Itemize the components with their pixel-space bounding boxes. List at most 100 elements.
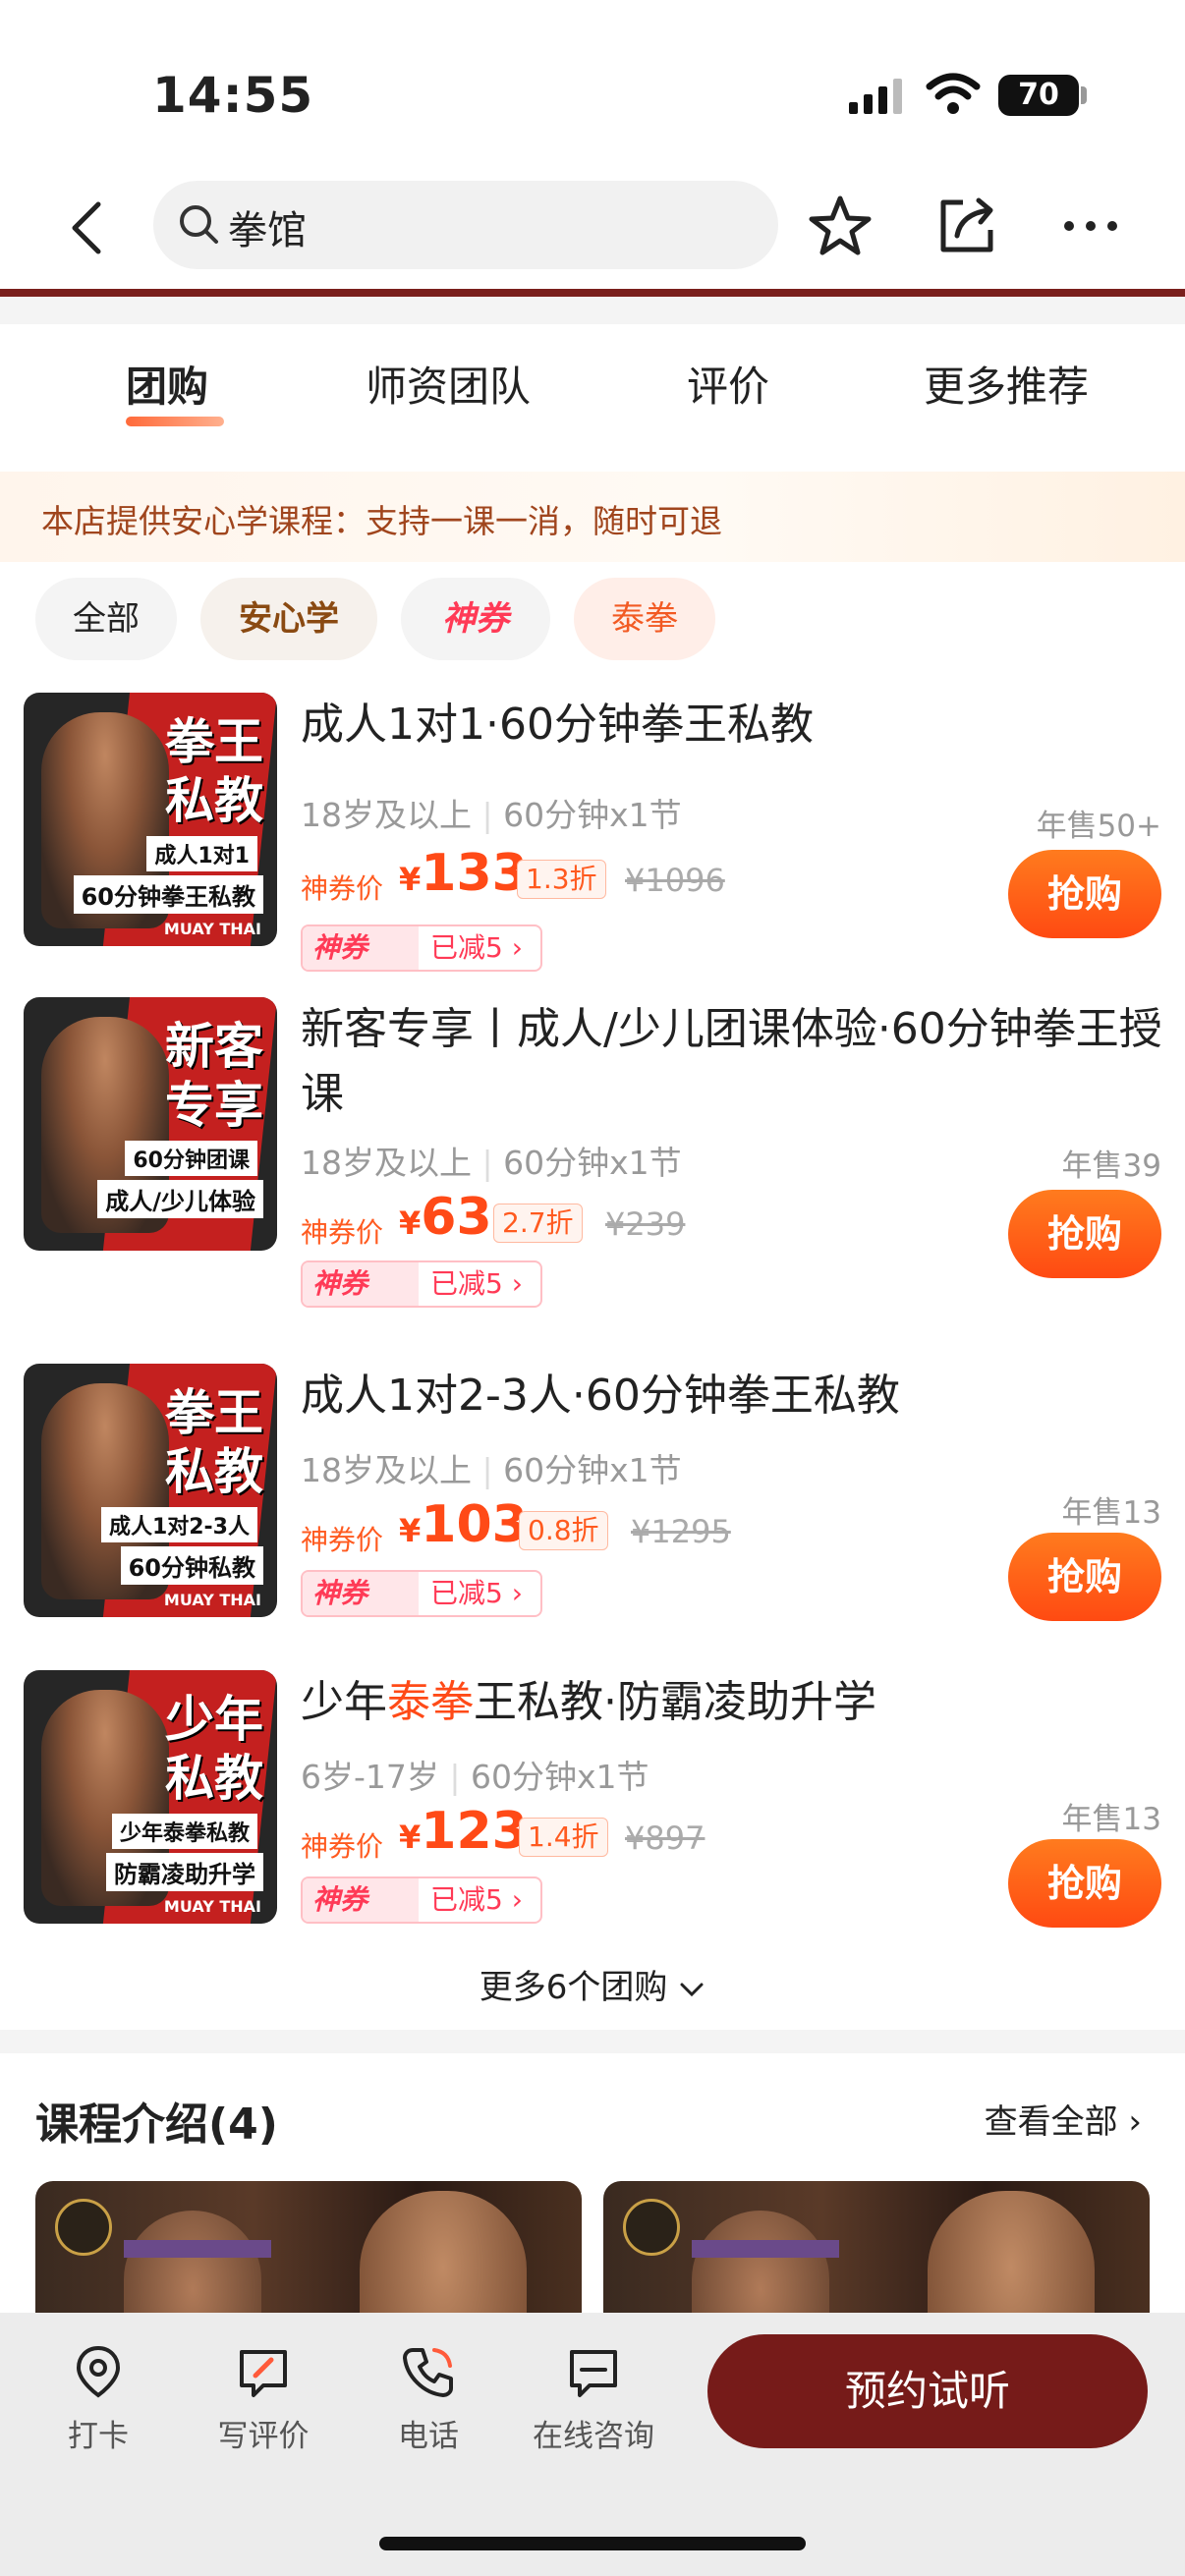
chat-bubble-icon bbox=[570, 2350, 617, 2397]
buy-button[interactable]: 抢购 bbox=[1008, 1533, 1161, 1621]
deal-meta: 6岁-17岁 | 60分钟x1节 bbox=[301, 1758, 649, 1796]
deal-item[interactable]: 拳王私教 成人1对1 60分钟拳王私教 MUAY THAI 成人1对1·60分钟… bbox=[0, 693, 1185, 987]
yearly-sales: 年售13 bbox=[1061, 1802, 1161, 1837]
thumb-label: 60分钟拳王私教 bbox=[73, 875, 263, 914]
back-arrow-icon[interactable] bbox=[59, 198, 118, 257]
battery-tip bbox=[1081, 86, 1087, 104]
course-title: 课程介绍(4) bbox=[35, 2100, 278, 2150]
reserve-trial-button[interactable]: 预约试听 bbox=[707, 2334, 1148, 2448]
price-value: ¥63 bbox=[399, 1188, 492, 1247]
deal-price: 神券价 ¥133 1.3折 ¥1096 bbox=[301, 844, 772, 909]
coupon-reduce-label: 已减5 › bbox=[430, 1577, 523, 1609]
discount-badge: 0.8折 bbox=[519, 1511, 608, 1550]
deal-title[interactable]: 成人1对1·60分钟拳王私教 bbox=[301, 693, 1165, 757]
thumb-label: 60分钟私教 bbox=[120, 1546, 263, 1585]
chevron-right-icon: › bbox=[1128, 2102, 1142, 2142]
deal-thumbnail: 拳王私教 成人1对1 60分钟拳王私教 MUAY THAI bbox=[24, 693, 277, 946]
deal-thumbnail: 拳王私教 成人1对2-3人 60分钟私教 MUAY THAI bbox=[24, 1364, 277, 1617]
phone-button[interactable]: 电话 bbox=[360, 2342, 497, 2455]
nav-divider bbox=[0, 289, 1185, 297]
coupon-tag: 神券 已减5 › bbox=[301, 924, 542, 972]
coupon-tag: 神券 已减5 › bbox=[301, 1260, 542, 1308]
more-deals-link[interactable]: 更多6个团购 bbox=[0, 1960, 1185, 2008]
tab-active-underline bbox=[126, 417, 224, 426]
thumb-label: 成人/少儿体验 bbox=[97, 1180, 263, 1218]
top-nav-bar: 拳馆 bbox=[0, 167, 1185, 289]
write-review-button[interactable]: 写评价 bbox=[195, 2342, 332, 2455]
deal-thumbnail: 新客专享 60分钟团课 成人/少儿体验 bbox=[24, 997, 277, 1251]
tab-more-recommend[interactable]: 更多推荐 bbox=[924, 354, 1089, 414]
phone-label: 电话 bbox=[398, 2419, 459, 2454]
deal-title[interactable]: 新客专享丨成人/少儿团课体验·60分钟拳王授课 bbox=[301, 997, 1165, 1127]
deal-price: 神券价 ¥123 1.4折 ¥897 bbox=[301, 1802, 772, 1867]
price-value: ¥133 bbox=[399, 844, 528, 903]
coupon-tag: 神券 已减5 › bbox=[301, 1876, 542, 1924]
chip-coupon[interactable]: 神券 bbox=[401, 578, 550, 660]
wifi-icon bbox=[926, 73, 981, 114]
view-all-link[interactable]: 查看全部 › bbox=[985, 2095, 1142, 2143]
section-tabs: 团购 师资团队 评价 更多推荐 bbox=[0, 354, 1185, 432]
price-value: ¥103 bbox=[399, 1495, 528, 1554]
tab-reviews[interactable]: 评价 bbox=[687, 354, 769, 414]
original-price: ¥239 bbox=[605, 1205, 686, 1243]
yearly-sales: 年售13 bbox=[1061, 1495, 1161, 1531]
safe-learning-notice: 本店提供安心学课程：支持一课一消，随时可退 bbox=[0, 472, 1185, 562]
thumb-brand: MUAY THAI bbox=[163, 920, 261, 938]
online-consult-button[interactable]: 在线咨询 bbox=[525, 2342, 662, 2455]
thumb-brand: MUAY THAI bbox=[163, 1897, 261, 1916]
discount-badge: 1.4折 bbox=[519, 1818, 608, 1857]
buy-button[interactable]: 抢购 bbox=[1008, 1839, 1161, 1928]
deal-title[interactable]: 成人1对2-3人·60分钟拳王私教 bbox=[301, 1364, 1165, 1428]
location-pin-icon bbox=[76, 2345, 121, 2398]
favorite-star-icon[interactable] bbox=[806, 193, 875, 261]
tab-group-buy[interactable]: 团购 bbox=[126, 354, 208, 414]
group-buy-card: 团购 师资团队 评价 更多推荐 本店提供安心学课程：支持一课一消，随时可退 全部… bbox=[0, 324, 1185, 2030]
chip-safe-learn[interactable]: 安心学 bbox=[200, 578, 377, 660]
tab-teachers[interactable]: 师资团队 bbox=[366, 354, 531, 414]
thumb-brand: MUAY THAI bbox=[163, 1591, 261, 1609]
deal-item[interactable]: 新客专享 60分钟团课 成人/少儿体验 新客专享丨成人/少儿团课体验·60分钟拳… bbox=[0, 997, 1185, 1331]
yearly-sales: 年售39 bbox=[1061, 1148, 1161, 1184]
checkin-button[interactable]: 打卡 bbox=[29, 2342, 167, 2455]
buy-button[interactable]: 抢购 bbox=[1008, 1190, 1161, 1278]
write-review-label: 写评价 bbox=[217, 2419, 310, 2454]
share-icon[interactable] bbox=[935, 193, 1000, 257]
phone-icon bbox=[403, 2348, 453, 2397]
deal-title[interactable]: 少年泰拳王私教·防霸凌助升学 bbox=[301, 1670, 1165, 1735]
edit-review-icon bbox=[240, 2350, 287, 2397]
buy-button[interactable]: 抢购 bbox=[1008, 850, 1161, 938]
price-label: 神券价 bbox=[301, 872, 384, 905]
filter-chips: 全部 安心学 神券 泰拳 bbox=[35, 578, 1165, 660]
price-label: 神券价 bbox=[301, 1524, 384, 1556]
search-input[interactable]: 拳馆 bbox=[153, 181, 778, 269]
cellular-signal-icon bbox=[849, 79, 902, 114]
deal-meta: 18岁及以上 | 60分钟x1节 bbox=[301, 1144, 682, 1182]
coupon-reduce-label: 已减5 › bbox=[430, 1883, 523, 1916]
home-indicator bbox=[379, 2537, 806, 2550]
original-price: ¥897 bbox=[625, 1820, 705, 1857]
deal-item[interactable]: 拳王私教 成人1对2-3人 60分钟私教 MUAY THAI 成人1对2-3人·… bbox=[0, 1364, 1185, 1658]
thumb-label: 防霸凌助升学 bbox=[106, 1853, 263, 1891]
status-bar: 14:55 70 bbox=[0, 0, 1185, 167]
thumb-headline: 少年私教 bbox=[165, 1691, 263, 1807]
deal-item[interactable]: 少年私教 少年泰拳私教 防霸凌助升学 MUAY THAI 少年泰拳王私教·防霸凌… bbox=[0, 1670, 1185, 1965]
battery-icon: 70 bbox=[998, 75, 1079, 116]
coupon-tag-label: 神券 bbox=[303, 1878, 419, 1922]
chip-muay-thai[interactable]: 泰拳 bbox=[574, 578, 715, 660]
discount-badge: 1.3折 bbox=[517, 860, 606, 899]
coupon-tag: 神券 已减5 › bbox=[301, 1570, 542, 1617]
coupon-reduce-label: 已减5 › bbox=[430, 931, 523, 964]
coupon-tag-label: 神券 bbox=[303, 1572, 419, 1615]
original-price: ¥1096 bbox=[625, 862, 725, 899]
original-price: ¥1295 bbox=[631, 1513, 731, 1550]
thumb-label: 60分钟团课 bbox=[125, 1141, 257, 1176]
deal-meta: 18岁及以上 | 60分钟x1节 bbox=[301, 1451, 682, 1489]
discount-badge: 2.7折 bbox=[493, 1204, 583, 1243]
more-options-icon[interactable] bbox=[1061, 196, 1120, 255]
thumb-headline: 拳王私教 bbox=[165, 1384, 263, 1500]
checkin-label: 打卡 bbox=[68, 2419, 129, 2454]
gym-logo-icon bbox=[623, 2199, 680, 2256]
price-label: 神券价 bbox=[301, 1216, 384, 1249]
chip-all[interactable]: 全部 bbox=[35, 578, 177, 660]
thumb-label: 少年泰拳私教 bbox=[111, 1814, 257, 1849]
